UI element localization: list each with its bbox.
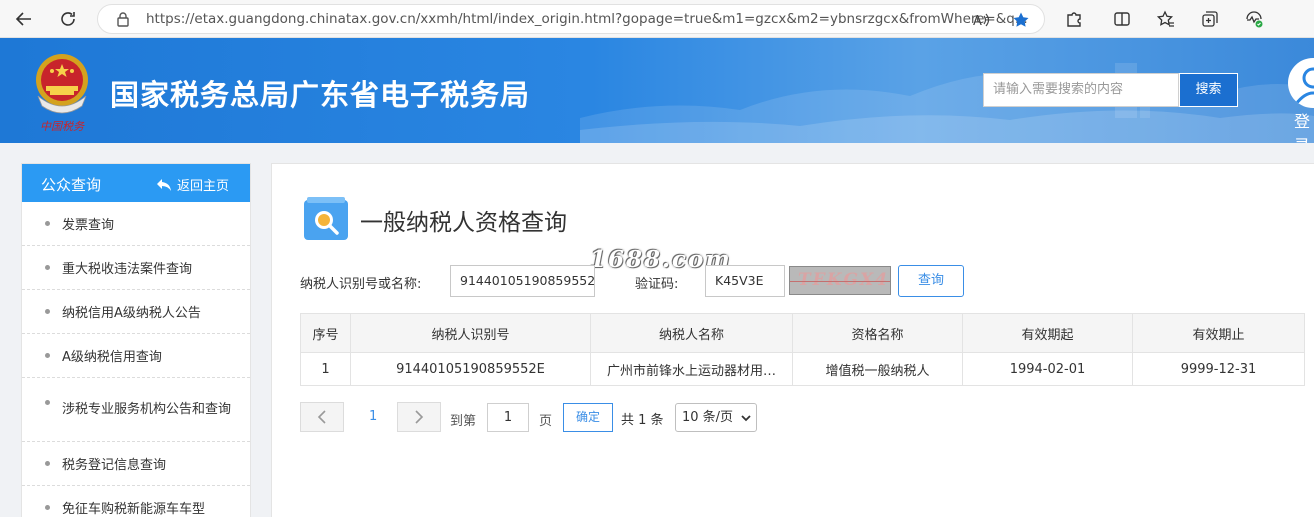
captcha-image-text: TFKGX4 <box>798 270 890 290</box>
taxpayer-id-input[interactable]: 91440105190859552E <box>450 265 595 297</box>
captcha-input[interactable]: K45V3E <box>705 265 785 297</box>
extensions-button[interactable] <box>1060 5 1088 33</box>
site-title: 国家税务总局广东省电子税务局 <box>110 78 531 112</box>
captcha-image[interactable]: TFKGX4 <box>789 266 891 295</box>
refresh-icon <box>61 12 75 26</box>
column-header-taxpayer-id: 纳税人识别号 <box>350 313 591 353</box>
address-bar[interactable]: https://etax.guangdong.chinatax.gov.cn/x… <box>97 4 1045 34</box>
column-header-taxpayer-name: 纳税人名称 <box>590 313 793 353</box>
page-number-current[interactable]: 1 <box>369 409 377 424</box>
page-title: 一般纳税人资格查询 <box>360 210 567 236</box>
heartbeat-icon <box>1246 11 1263 28</box>
column-header-index: 序号 <box>300 313 351 353</box>
cell-index: 1 <box>300 352 351 386</box>
goto-prefix: 到第 <box>450 414 477 429</box>
taxpayer-label: 纳税人识别号或名称: <box>300 277 422 292</box>
prev-page-button[interactable] <box>300 402 344 432</box>
favorites-button[interactable] <box>1152 5 1180 33</box>
chevron-right-icon <box>415 410 424 424</box>
table-header-row: 序号 纳税人识别号 纳税人名称 资格名称 有效期起 有效期止 <box>300 313 1305 353</box>
split-screen-button[interactable] <box>1108 5 1136 33</box>
national-emblem-logo: 中国税务 <box>28 50 96 134</box>
star-filled-icon <box>1013 12 1029 27</box>
header-search-input[interactable]: 请输入需要搜索的内容 <box>983 73 1179 107</box>
logo-caption: 中国税务 <box>40 120 85 133</box>
emblem-icon: 中国税务 <box>36 54 88 133</box>
sidebar-item-invoice-query[interactable]: 发票查询 <box>22 202 250 246</box>
cell-valid-from: 1994-02-01 <box>962 352 1133 386</box>
chevron-down-icon <box>741 415 751 422</box>
cell-taxpayer-id: 91440105190859552E <box>350 352 591 386</box>
page-size-select[interactable]: 10 条/页 <box>675 403 757 432</box>
sidebar-title: 公众查询 <box>41 176 102 194</box>
arrow-left-icon <box>15 12 31 26</box>
sidebar: 公众查询 返回主页 发票查询 重大税收违法案件查询 纳税信用A级纳税人公告 A级… <box>21 163 251 517</box>
sidebar-item-tax-agency-query[interactable]: 涉税专业服务机构公告和查询 <box>22 378 250 442</box>
split-screen-icon <box>1114 12 1130 26</box>
read-aloud-icon: A <box>973 13 990 29</box>
cell-taxpayer-name: 广州市前锋水上运动器材用… <box>590 352 793 386</box>
sidebar-item-a-credit-query[interactable]: A级纳税信用查询 <box>22 334 250 378</box>
lock-icon <box>115 11 131 27</box>
column-header-qualification: 资格名称 <box>792 313 963 353</box>
url-text: https://etax.guangdong.chinatax.gov.cn/x… <box>146 11 1028 27</box>
column-header-valid-to: 有效期止 <box>1132 313 1305 353</box>
reply-arrow-icon <box>157 178 171 191</box>
goto-page-input[interactable]: 1 <box>487 403 529 432</box>
next-page-button[interactable] <box>397 402 441 432</box>
column-header-valid-from: 有效期起 <box>962 313 1133 353</box>
chevron-left-icon <box>317 410 326 424</box>
refresh-button[interactable] <box>54 5 82 33</box>
favorite-button[interactable] <box>1010 9 1032 31</box>
search-document-icon <box>304 197 348 240</box>
captcha-noise-line <box>790 281 890 282</box>
collections-icon <box>1202 11 1218 27</box>
back-home-label: 返回主页 <box>177 179 230 194</box>
browser-toolbar: https://etax.guangdong.chinatax.gov.cn/x… <box>0 0 1314 38</box>
back-home-link[interactable]: 返回主页 <box>156 175 229 194</box>
login-link[interactable]: 登录 <box>1294 108 1314 143</box>
read-aloud-button[interactable]: A <box>970 9 992 31</box>
back-button[interactable] <box>10 5 38 33</box>
cell-valid-to: 9999-12-31 <box>1132 352 1305 386</box>
table-row[interactable]: 1 91440105190859552E 广州市前锋水上运动器材用… 增值税一般… <box>300 352 1305 386</box>
sidebar-item-tax-violation-query[interactable]: 重大税收违法案件查询 <box>22 246 250 290</box>
goto-confirm-button[interactable]: 确定 <box>563 403 613 432</box>
total-count: 共 1 条 <box>621 413 664 428</box>
header-search-button[interactable]: 搜索 <box>1179 73 1238 107</box>
collections-button[interactable] <box>1196 5 1224 33</box>
sidebar-item-nev-vehicle-models[interactable]: 免征车购税新能源车车型 <box>22 486 250 517</box>
puzzle-icon <box>1067 12 1081 27</box>
site-header: 中国税务 国家税务总局广东省电子税务局 请输入需要搜索的内容 搜索 登录 <box>0 38 1314 143</box>
goto-suffix: 页 <box>539 414 553 429</box>
query-button[interactable]: 查询 <box>898 265 964 297</box>
captcha-label: 验证码: <box>635 277 679 292</box>
sidebar-header: 公众查询 返回主页 <box>22 164 250 202</box>
performance-button[interactable] <box>1240 5 1268 33</box>
svg-text:A: A <box>973 14 982 29</box>
results-table: 序号 纳税人识别号 纳税人名称 资格名称 有效期起 有效期止 1 9144010… <box>300 313 1305 386</box>
sidebar-item-tax-registration-query[interactable]: 税务登记信息查询 <box>22 442 250 486</box>
sidebar-item-a-credit-announcement[interactable]: 纳税信用A级纳税人公告 <box>22 290 250 334</box>
cell-qualification: 增值税一般纳税人 <box>792 352 963 386</box>
favorites-star-icon <box>1157 10 1174 27</box>
page-size-value: 10 条/页 <box>682 410 734 425</box>
